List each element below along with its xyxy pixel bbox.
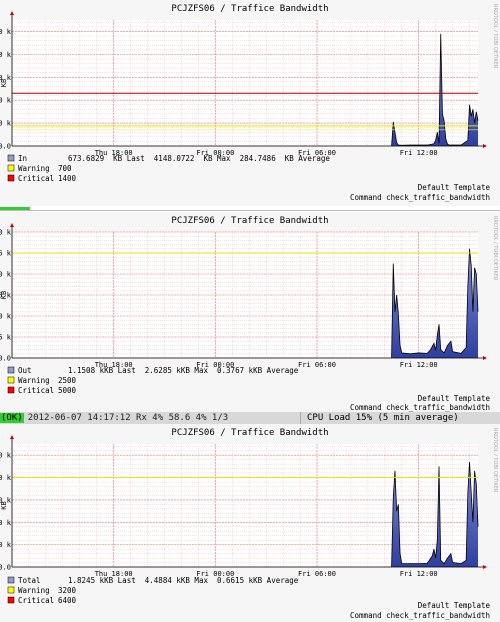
cpu-load-text: CPU Load 15% (5 min average)	[300, 412, 459, 424]
y-axis-arrow	[10, 11, 14, 15]
command-name: Command check_traffic_bandwidth	[350, 611, 490, 620]
bandwidth-total-graph: 0.01.0 k2.0 k3.0 k4.0 k5.0 kThu 18:00Fri…	[0, 424, 500, 622]
legend-value: 1400	[58, 174, 77, 183]
chart-title: PCJZFS06 / Traffice Bandwidth	[171, 4, 328, 14]
y-tick-label: 2.5 k	[0, 250, 12, 258]
legend-swatch	[7, 154, 15, 162]
legend-name: Warning	[18, 376, 50, 385]
legend-value: 3200	[58, 586, 77, 595]
legend-value: 5000	[58, 386, 77, 395]
x-tick-label: Fri 12:00	[400, 149, 438, 157]
legend-name: Critical	[18, 174, 54, 183]
y-tick-label: 0.0	[0, 355, 11, 363]
status-strip: (OK) 2012-06-07 14:17:12 Rx 4% 58.6 4% 1/…	[0, 412, 500, 424]
status-text: 2012-06-07 14:17:12 Rx 4% 58.6 4% 1/3	[27, 413, 229, 423]
status-ok-badge: (OK)	[0, 413, 24, 423]
x-tick-label: Fri 06:00	[298, 570, 336, 578]
legend-name: Critical	[18, 386, 54, 395]
legend-swatch	[7, 376, 15, 384]
y-axis-arrow	[10, 223, 14, 227]
command-name: Command check_traffic_bandwidth	[350, 403, 490, 412]
bandwidth-out-graph: 0.00.5 k1.0 k1.5 k2.0 k2.5 k3.0 kThu 18:…	[0, 212, 500, 412]
y-axis-arrow	[10, 435, 14, 439]
legend-swatch	[7, 164, 15, 172]
legend-name: Total	[18, 576, 41, 585]
plot-area	[12, 20, 478, 146]
graph-svg: 0.01.0 k2.0 k3.0 k4.0 k5.0 kThu 18:00Fri…	[0, 428, 498, 620]
y-tick-label: 2.0 k	[0, 271, 12, 279]
rrdtool-credit: RRDTOOL / TOBI OETIKER	[492, 216, 498, 281]
y-tick-label: 5.0 k	[0, 452, 12, 460]
divider	[0, 210, 500, 211]
y-tick-label: 0.5 k	[0, 334, 12, 342]
legend-name: In	[18, 154, 27, 163]
legend-swatch	[7, 576, 15, 584]
y-tick-label: 1.0 k	[0, 313, 12, 321]
template-name: Default Template	[418, 183, 491, 192]
legend-name: Warning	[18, 586, 50, 595]
y-axis-label: KB	[0, 501, 8, 509]
legend-name: Warning	[18, 164, 50, 173]
legend-swatch	[7, 174, 15, 182]
y-tick-label: 4.0 k	[0, 51, 12, 59]
rrdtool-credit: RRDTOOL / TOBI OETIKER	[492, 4, 498, 69]
legend-value: 1.1508 kKB Last 2.6285 kKB Max 0.3767 kK…	[68, 366, 299, 375]
legend-value: 2500	[58, 376, 77, 385]
x-axis-arrow	[483, 144, 487, 148]
y-tick-label: 1.0 k	[0, 541, 12, 549]
legend-value: 700	[58, 164, 72, 173]
legend-value: 6400	[58, 596, 77, 605]
x-tick-label: Fri 12:00	[400, 570, 438, 578]
legend-value: 1.8245 kKB Last 4.4884 kKB Max 0.6615 kK…	[68, 576, 299, 585]
rrdtool-credit: RRDTOOL / TOBI OETIKER	[492, 428, 498, 493]
bandwidth-in-graph: 0.01.0 k2.0 k3.0 k4.0 k5.0 kThu 18:00Fri…	[0, 0, 500, 206]
legend-swatch	[7, 386, 15, 394]
plot-area	[12, 444, 478, 567]
command-name: Command check_traffic_bandwidth	[350, 193, 490, 202]
y-tick-label: 3.0 k	[0, 229, 12, 237]
graph-svg: 0.01.0 k2.0 k3.0 k4.0 k5.0 kThu 18:00Fri…	[0, 4, 498, 202]
y-axis-label: KB	[0, 79, 8, 87]
y-tick-label: 2.0 k	[0, 519, 12, 527]
legend-swatch	[7, 586, 15, 594]
y-axis-label: KB	[0, 291, 8, 299]
y-tick-label: 0.0	[0, 564, 11, 572]
y-tick-label: 2.0 k	[0, 97, 12, 105]
y-tick-label: 1.0 k	[0, 120, 12, 128]
chart-title: PCJZFS06 / Traffice Bandwidth	[171, 216, 328, 226]
y-tick-label: 4.0 k	[0, 474, 12, 482]
x-axis-arrow	[483, 356, 487, 360]
graph-svg: 0.00.5 k1.0 k1.5 k2.0 k2.5 k3.0 kThu 18:…	[0, 216, 498, 412]
y-tick-label: 0.0	[0, 143, 11, 151]
legend-name: Critical	[18, 596, 54, 605]
y-tick-label: 5.0 k	[0, 28, 12, 36]
template-name: Default Template	[418, 601, 491, 610]
legend-swatch	[7, 366, 15, 374]
x-axis-arrow	[483, 565, 487, 569]
legend-value: 673.6829 KB Last 4148.0722 KB Max 284.74…	[68, 154, 330, 163]
template-name: Default Template	[418, 394, 491, 403]
legend-name: Out	[18, 366, 32, 375]
x-tick-label: Fri 12:00	[400, 361, 438, 369]
chart-title: PCJZFS06 / Traffice Bandwidth	[171, 428, 328, 438]
legend-swatch	[7, 596, 15, 604]
x-tick-label: Fri 06:00	[298, 361, 336, 369]
